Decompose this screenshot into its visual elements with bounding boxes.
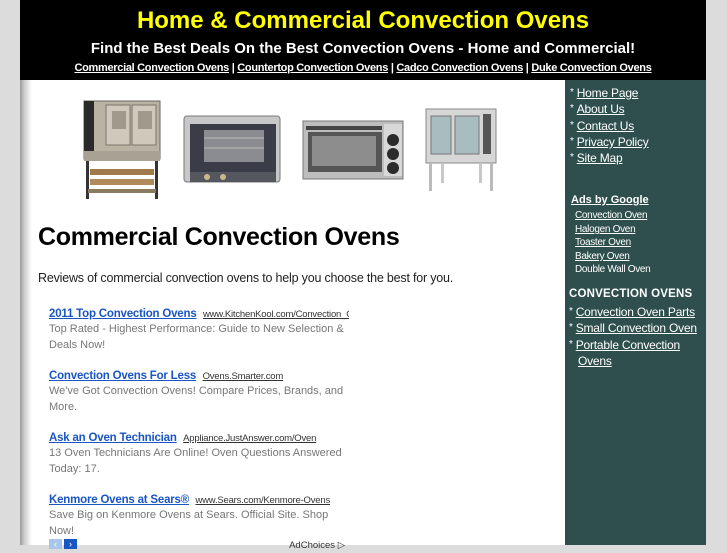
sidebar-convection-item: * Small Convection Oven: [569, 321, 697, 335]
ad-item: Kenmore Ovens at Sears® www.Sears.com/Ke…: [49, 491, 349, 539]
site-tagline: Find the Best Deals On the Best Convecti…: [90, 40, 636, 57]
ad-url-link[interactable]: www.KitchenKool.com/Convection_Ovens: [203, 309, 349, 320]
ad-title-link[interactable]: 2011 Top Convection Ovens: [49, 308, 197, 320]
ad-description: We've Got Convection Ovens! Compare Pric…: [49, 385, 344, 413]
left-shadow: [20, 80, 32, 545]
site-header: Home & Commercial Convection Ovens Find …: [20, 0, 706, 80]
top-nav-cadco[interactable]: Cadco Convection Ovens: [396, 62, 523, 74]
privacy-policy-link[interactable]: Privacy Policy: [577, 135, 649, 149]
ad-title-link[interactable]: Convection Ovens For Less: [49, 370, 196, 382]
ad-title-link[interactable]: Kenmore Ovens at Sears®: [49, 494, 189, 506]
site-title: Home & Commercial Convection Ovens: [136, 7, 590, 34]
google-ad-link[interactable]: Bakery Oven: [575, 251, 630, 262]
adchoices-link[interactable]: AdChoices ▷: [289, 540, 345, 551]
chevron-left-icon: ‹: [54, 539, 57, 549]
page-wrapper: Home & Commercial Convection Ovens Find …: [20, 0, 706, 551]
page-heading: Commercial Convection Ovens: [38, 223, 400, 251]
ad-next-button[interactable]: ›: [64, 539, 77, 549]
sidebar-item-contact: * Contact Us: [570, 119, 635, 133]
top-nav-commercial[interactable]: Commercial Convection Ovens: [74, 62, 229, 74]
sidebar-convection-item: * Portable Convection Ovens: [569, 338, 680, 368]
ads-by-google-link[interactable]: Ads by Google: [571, 194, 649, 206]
google-ad-link[interactable]: Convection Oven: [575, 210, 648, 221]
convection-ovens-heading: CONVECTION OVENS: [569, 288, 693, 300]
sidebar-item-about: * About Us: [570, 102, 625, 116]
top-nav-duke[interactable]: Duke Convection Ovens: [531, 62, 652, 74]
google-ad-link[interactable]: Halogen Oven: [575, 224, 636, 235]
google-ad-link[interactable]: Toaster Oven: [575, 237, 631, 248]
home-page-link[interactable]: Home Page: [577, 86, 639, 100]
ad-description: Save Big on Kenmore Ovens at Sears. Offi…: [49, 509, 329, 537]
sidebar-item-privacy: * Privacy Policy: [570, 135, 649, 149]
ad-block: 2011 Top Convection Ovens www.KitchenKoo…: [49, 305, 349, 553]
convection-oven-parts-link[interactable]: Convection Oven Parts: [576, 305, 695, 319]
sidebar: * Home Page * About Us * Contact Us * Privac…: [565, 80, 706, 545]
ad-description: Top Rated - Highest Performance: Guide t…: [49, 323, 344, 351]
oven-image-countertop[interactable]: [182, 114, 282, 186]
sidebar-item-home: * Home Page: [570, 86, 639, 100]
top-nav: Commercial Convection Ovens | Countertop…: [20, 61, 706, 75]
ad-url-link[interactable]: www.Sears.com/Kenmore-Ovens: [195, 495, 330, 506]
oven-image-toaster[interactable]: [302, 120, 404, 180]
small-convection-oven-link[interactable]: Small Convection Oven: [576, 321, 697, 335]
contact-us-link[interactable]: Contact Us: [577, 119, 635, 133]
adchoices-icon: ▷: [337, 540, 345, 551]
ad-url-link[interactable]: Ovens.Smarter.com: [203, 371, 284, 382]
sidebar-convection-item: * Convection Oven Parts: [569, 305, 695, 319]
about-us-link[interactable]: About Us: [577, 102, 625, 116]
main-content: Commercial Convection Ovens Reviews of c…: [20, 80, 565, 551]
ad-item: Ask an Oven Technician Appliance.JustAns…: [49, 429, 349, 477]
google-ad-text[interactable]: Double Wall Oven: [575, 264, 651, 275]
ad-description: 13 Oven Technicians Are Online! Oven Que…: [49, 447, 342, 475]
ad-footer: ‹ › AdChoices ▷: [49, 539, 349, 551]
ad-url-link[interactable]: Appliance.JustAnswer.com/Oven: [183, 433, 316, 444]
site-map-link[interactable]: Site Map: [577, 151, 623, 165]
ad-item: 2011 Top Convection Ovens www.KitchenKoo…: [49, 305, 349, 353]
portable-convection-ovens-link[interactable]: Portable Convection Ovens: [569, 338, 680, 368]
top-nav-countertop[interactable]: Countertop Convection Ovens: [237, 62, 388, 74]
oven-image-commercial[interactable]: [82, 99, 162, 201]
sidebar-item-sitemap: * Site Map: [570, 151, 623, 165]
ad-prev-button[interactable]: ‹: [49, 539, 62, 549]
ad-title-link[interactable]: Ask an Oven Technician: [49, 432, 177, 444]
oven-image-fullsize[interactable]: [425, 108, 497, 194]
ad-item: Convection Ovens For Less Ovens.Smarter.…: [49, 367, 349, 415]
chevron-right-icon: ›: [69, 539, 72, 549]
nav-separator: |: [228, 62, 238, 74]
intro-text: Reviews of commercial convection ovens t…: [38, 271, 454, 285]
